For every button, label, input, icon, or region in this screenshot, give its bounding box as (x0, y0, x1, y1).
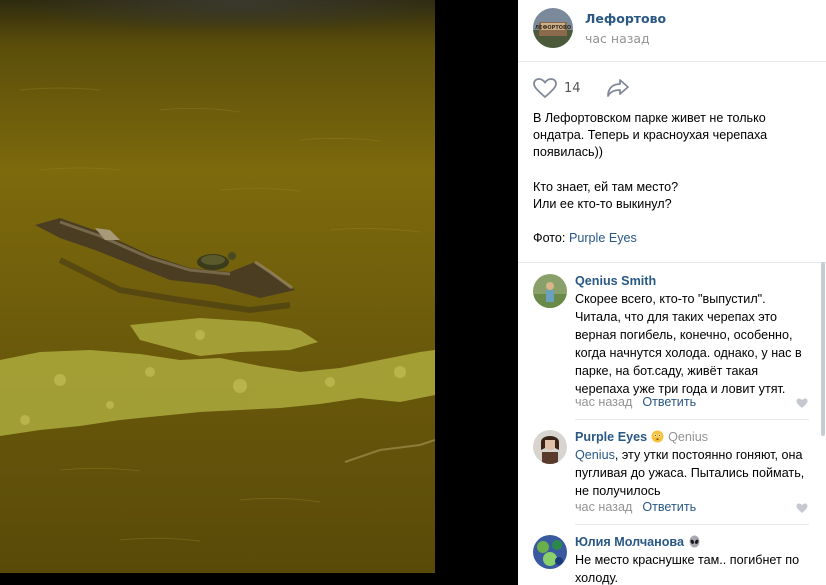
share-icon[interactable] (606, 78, 630, 98)
commenter-avatar-image (533, 535, 567, 569)
photo-credit-label: Фото: (533, 231, 569, 246)
group-avatar-image: ЛЕФОРТОВО (533, 8, 573, 48)
reply-button[interactable]: Ответить (642, 500, 696, 514)
comment-heart-icon[interactable] (796, 398, 808, 409)
comment-author[interactable]: Qenius Smith (575, 274, 656, 288)
comment-author: Юлия Молчанова (575, 535, 701, 549)
comment-author: Purple Eyes Qenius (575, 430, 708, 444)
comment-time[interactable]: час назад (575, 500, 632, 514)
heart-icon[interactable] (533, 78, 557, 99)
post-text: В Лефортовском парке живет не только онд… (533, 110, 818, 247)
comments-scrollbar[interactable] (821, 262, 825, 436)
comment-separator (575, 419, 809, 420)
photo-viewer-stage (0, 0, 518, 585)
post-time[interactable]: час назад (585, 31, 650, 46)
group-name-link[interactable]: Лефортово (585, 11, 666, 26)
post-text-line: Или ее кто-то выкинул? (533, 196, 672, 211)
flushed-face-icon (651, 430, 664, 443)
post-text-line: Кто знает, ей там место? (533, 179, 679, 194)
post-text-line: Фото: Purple Eyes (533, 230, 818, 247)
comment-author-name[interactable]: Юлия Молчанова (575, 535, 684, 549)
photo-credit-link[interactable]: Purple Eyes (569, 231, 637, 245)
post-header: ЛЕФОРТОВО Лефортово час назад (518, 0, 826, 62)
alien-icon (689, 535, 700, 548)
post-text-line: появилась)) (533, 145, 603, 160)
comment-time[interactable]: час назад (575, 395, 632, 409)
post-text-line: ондатра. Теперь и красноухая черепаха (533, 128, 768, 143)
like-count: 14 (564, 81, 581, 96)
post-panel: ЛЕФОРТОВО Лефортово час назад 14 В Лефор… (518, 0, 826, 585)
comment-mention-link[interactable]: Qenius (575, 448, 615, 462)
commenter-avatar[interactable] (533, 535, 567, 569)
comment-author-name[interactable]: Purple Eyes (575, 430, 647, 444)
group-avatar-text: ЛЕФОРТОВО (535, 25, 571, 31)
commenter-avatar-image (533, 430, 567, 464)
reply-button[interactable]: Ответить (642, 395, 696, 409)
post-actions: 14 (518, 62, 826, 108)
commenter-avatar[interactable] (533, 430, 567, 464)
group-avatar[interactable]: ЛЕФОРТОВО (533, 8, 573, 48)
comment-meta: час назад Ответить (575, 500, 696, 514)
commenter-avatar-image (533, 274, 567, 308)
comment-separator (575, 524, 809, 525)
comments-divider (518, 262, 826, 263)
reply-to-name[interactable]: Qenius (668, 430, 708, 444)
turtle-on-log-photo (0, 0, 435, 573)
comment-text: Скорее всего, кто-то "выпустил". Читала,… (575, 292, 802, 396)
commenter-avatar[interactable] (533, 274, 567, 308)
post-photo[interactable] (0, 0, 435, 573)
comment-text: Qenius, эту утки постоянно гоняют, она п… (575, 446, 815, 500)
post-text-line: В Лефортовском парке живет не только (533, 111, 766, 125)
comment-heart-icon[interactable] (796, 503, 808, 514)
comment-text: Не место краснушке там.. погибнет по хол… (575, 553, 800, 585)
comment-meta: час назад Ответить (575, 395, 696, 409)
